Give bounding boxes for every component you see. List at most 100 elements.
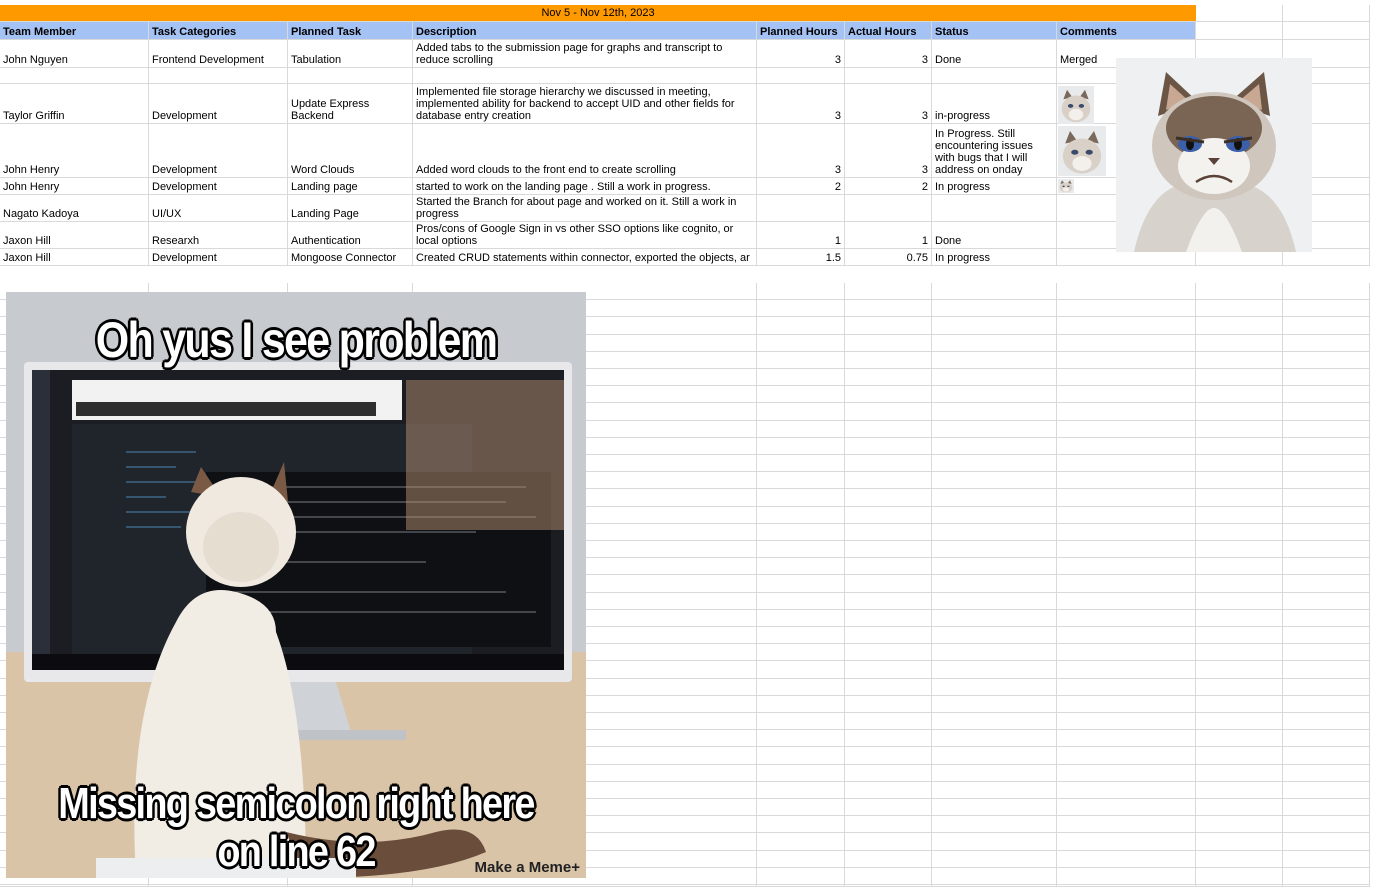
cell[interactable] — [845, 765, 932, 782]
cell[interactable] — [932, 403, 1057, 421]
table-cell[interactable]: Update Express Backend — [288, 84, 413, 124]
cell[interactable] — [1196, 421, 1283, 438]
cell[interactable] — [757, 472, 845, 489]
cell[interactable] — [757, 833, 845, 851]
cell[interactable] — [845, 713, 932, 730]
cell[interactable] — [845, 833, 932, 851]
cell[interactable] — [1196, 472, 1283, 489]
cell[interactable] — [1283, 472, 1370, 489]
table-cell[interactable]: Word Clouds — [288, 124, 413, 178]
cell[interactable] — [932, 369, 1057, 386]
cell[interactable] — [1057, 300, 1196, 317]
table-cell[interactable]: Done — [932, 40, 1057, 68]
cell[interactable] — [1283, 644, 1370, 661]
cell[interactable] — [1283, 438, 1370, 455]
cell[interactable] — [757, 696, 845, 713]
cell[interactable] — [757, 799, 845, 816]
table-cell[interactable]: 2 — [757, 178, 845, 195]
cell[interactable] — [1057, 421, 1196, 438]
cell[interactable] — [1196, 661, 1283, 679]
cell[interactable] — [932, 679, 1057, 696]
cell[interactable] — [757, 438, 845, 455]
cell[interactable] — [1283, 300, 1370, 317]
cell[interactable] — [1196, 782, 1283, 799]
cell[interactable] — [1196, 369, 1283, 386]
cell[interactable] — [1283, 610, 1370, 627]
cell[interactable] — [932, 489, 1057, 507]
cell[interactable] — [1283, 524, 1370, 541]
cell[interactable] — [1283, 679, 1370, 696]
cell[interactable] — [757, 661, 845, 679]
cell[interactable] — [1283, 403, 1370, 421]
cell[interactable] — [932, 335, 1057, 352]
table-cell[interactable]: in-progress — [932, 84, 1057, 124]
cell[interactable] — [1057, 799, 1196, 816]
cell[interactable] — [845, 644, 932, 661]
cell[interactable] — [1057, 644, 1196, 661]
cell[interactable] — [845, 627, 932, 644]
cell[interactable] — [932, 765, 1057, 782]
table-cell[interactable]: John Henry — [0, 178, 149, 195]
cell[interactable] — [757, 868, 845, 885]
cell[interactable] — [1057, 283, 1196, 300]
cell[interactable] — [1196, 300, 1283, 317]
cell[interactable] — [1196, 335, 1283, 352]
cell[interactable] — [757, 386, 845, 403]
cell[interactable] — [1196, 489, 1283, 507]
cell[interactable] — [757, 713, 845, 730]
cell[interactable] — [845, 421, 932, 438]
table-cell[interactable] — [845, 68, 932, 84]
table-cell[interactable] — [932, 195, 1057, 222]
cell[interactable] — [845, 610, 932, 627]
cell[interactable] — [1283, 317, 1370, 335]
cell[interactable] — [845, 369, 932, 386]
cell[interactable] — [1057, 472, 1196, 489]
cell[interactable] — [932, 799, 1057, 816]
cell[interactable] — [1196, 627, 1283, 644]
cat-thumbnail-image[interactable] — [1058, 126, 1106, 176]
cell[interactable] — [1057, 679, 1196, 696]
cell[interactable] — [757, 851, 845, 868]
table-cell[interactable]: 3 — [757, 84, 845, 124]
table-cell[interactable]: 2 — [845, 178, 932, 195]
cell[interactable] — [845, 541, 932, 558]
table-cell[interactable]: In progress — [932, 178, 1057, 195]
cell[interactable] — [1057, 369, 1196, 386]
cell[interactable] — [845, 489, 932, 507]
cell[interactable] — [1283, 335, 1370, 352]
cell[interactable] — [1196, 765, 1283, 782]
cell[interactable] — [845, 593, 932, 610]
cell[interactable] — [757, 593, 845, 610]
table-cell[interactable]: Done — [932, 222, 1057, 249]
cell[interactable] — [1196, 283, 1283, 300]
cell[interactable] — [1057, 489, 1196, 507]
cell[interactable] — [1283, 816, 1370, 833]
cell[interactable] — [845, 283, 932, 300]
table-cell[interactable]: 0.75 — [845, 249, 932, 266]
table-cell[interactable]: Development — [149, 249, 288, 266]
cell[interactable] — [845, 386, 932, 403]
cell[interactable] — [757, 747, 845, 765]
cell[interactable] — [1196, 833, 1283, 851]
cell[interactable] — [932, 610, 1057, 627]
table-cell[interactable]: Added word clouds to the front end to cr… — [413, 124, 757, 178]
cat-thumbnail-image[interactable] — [1058, 179, 1074, 193]
cell[interactable] — [932, 283, 1057, 300]
cell[interactable] — [1196, 403, 1283, 421]
cell[interactable] — [1196, 851, 1283, 868]
table-cell[interactable] — [932, 68, 1057, 84]
table-cell[interactable]: Started the Branch for about page and wo… — [413, 195, 757, 222]
table-cell[interactable]: Authentication — [288, 222, 413, 249]
table-cell[interactable]: UI/UX — [149, 195, 288, 222]
cell[interactable] — [1057, 765, 1196, 782]
table-cell[interactable]: Added tabs to the submission page for gr… — [413, 40, 757, 68]
cell[interactable] — [932, 352, 1057, 369]
cell[interactable] — [845, 679, 932, 696]
cell[interactable] — [932, 455, 1057, 472]
cell[interactable] — [1057, 593, 1196, 610]
cell[interactable] — [1283, 851, 1370, 868]
cell[interactable] — [932, 558, 1057, 575]
cell[interactable] — [1196, 593, 1283, 610]
table-cell[interactable]: Pros/cons of Google Sign in vs other SSO… — [413, 222, 757, 249]
cell[interactable] — [932, 472, 1057, 489]
